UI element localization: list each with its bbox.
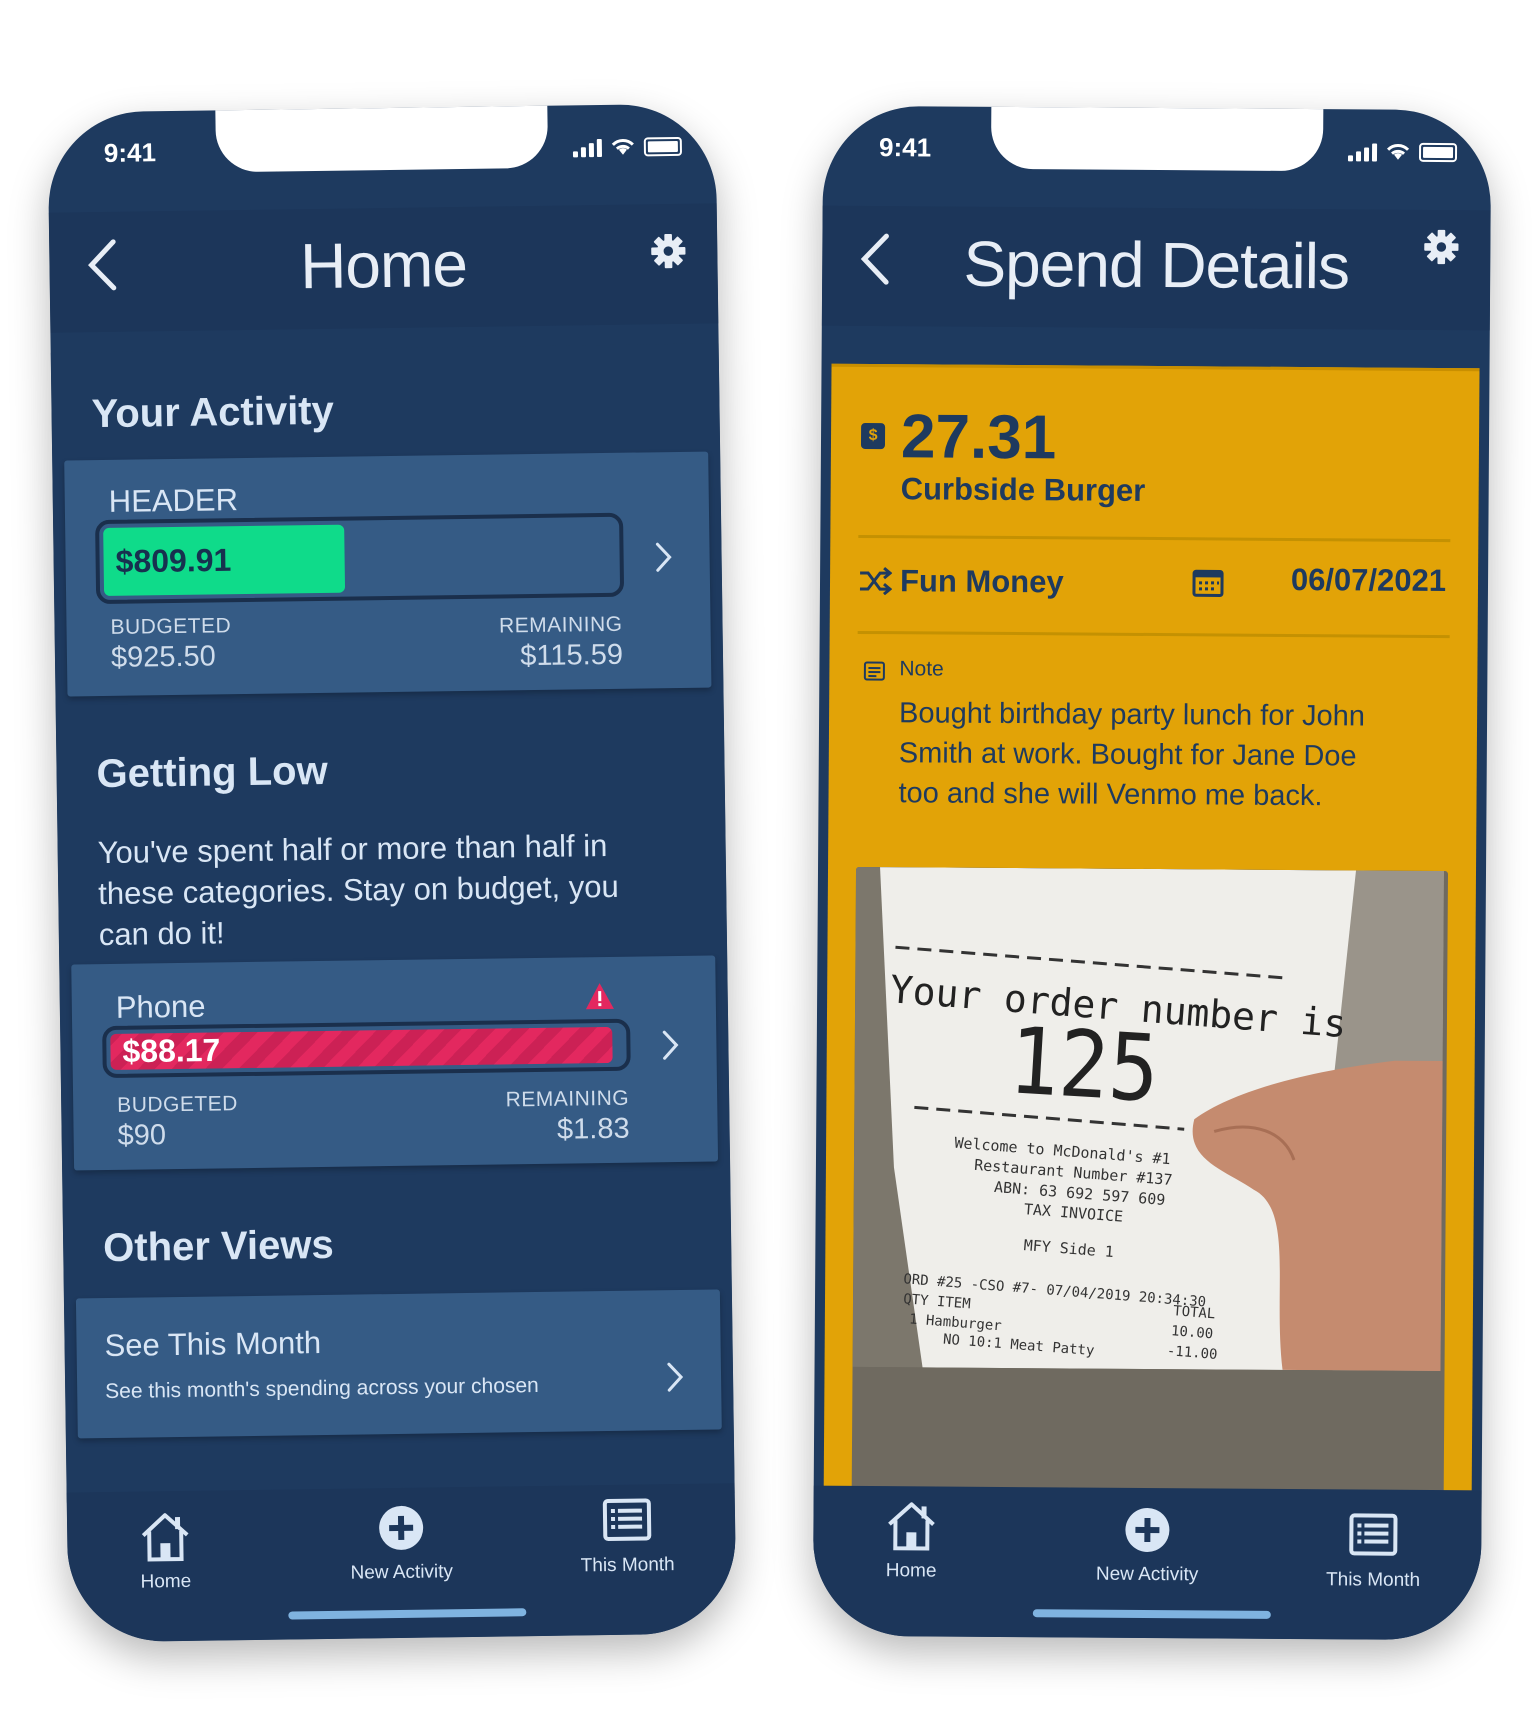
list-icon [602, 1498, 652, 1542]
receipt-photo[interactable]: Your order number is 125 Welcome to McDo… [851, 866, 1449, 1511]
home-content: Your Activity HEADER $809.91 BUDGETED $9… [50, 343, 735, 1503]
remaining-label: REMAINING [505, 1086, 630, 1112]
section-title-getting-low: Getting Low [96, 748, 328, 797]
tab-new-activity[interactable]: New Activity [1057, 1501, 1238, 1586]
merchant-name: Curbside Burger [900, 471, 1146, 508]
card-label: Phone [115, 988, 206, 1025]
card-title: See This Month [104, 1325, 322, 1364]
note-label: Note [899, 657, 944, 681]
tab-new-activity-label: New Activity [1095, 1563, 1199, 1586]
signal-icon [572, 138, 603, 158]
section-title-activity: Your Activity [91, 388, 335, 437]
tab-home-label: Home [885, 1560, 937, 1582]
receipt-line: 10.00 [1170, 1323, 1213, 1342]
chevron-right-icon[interactable] [653, 540, 673, 574]
getting-low-description: You've spent half or more than half in t… [97, 827, 619, 953]
tab-home[interactable]: Home [75, 1508, 256, 1595]
spend-date: 06/07/2021 [1290, 561, 1447, 599]
section-title-other-views: Other Views [102, 1222, 334, 1271]
progress-bar: $88.17 [102, 1018, 631, 1079]
spent-amount: $809.91 [115, 541, 232, 580]
battery-icon [643, 136, 683, 157]
budgeted-label: BUDGETED [110, 614, 232, 639]
spent-amount: $88.17 [122, 1031, 221, 1070]
remaining-value: $1.83 [556, 1112, 630, 1146]
page-title: Home [299, 227, 468, 303]
remaining-value: $115.59 [520, 638, 624, 673]
gear-icon[interactable] [1422, 228, 1460, 266]
page-title: Spend Details [963, 227, 1350, 303]
tab-bar: Home New Activity This Month [812, 1485, 1482, 1641]
budgeted-label: BUDGETED [117, 1092, 239, 1117]
home-indicator [1032, 1609, 1271, 1619]
dollar-icon: $ [860, 422, 886, 450]
receipt-image: Your order number is 125 Welcome to McDo… [852, 866, 1445, 1372]
remaining-label: REMAINING [498, 612, 623, 638]
wifi-icon [1386, 144, 1410, 160]
home-icon [888, 1502, 935, 1551]
phone-category-card[interactable]: Phone $88.17 BUDGETED $90 REMAINING $1.8… [71, 955, 719, 1171]
spend-detail-card: $ 27.31 Curbside Burger Fun Money 06/07/… [823, 363, 1480, 1511]
status-time: 9:41 [878, 132, 932, 163]
home-icon [141, 1513, 189, 1562]
tab-home[interactable]: Home [821, 1498, 1002, 1583]
status-time: 9:41 [103, 137, 157, 168]
home-indicator [288, 1608, 527, 1620]
receipt-order-number: 125 [1006, 1007, 1162, 1123]
warning-icon [585, 983, 614, 1010]
nav-header: Spend Details [821, 205, 1491, 331]
tab-this-month-label: This Month [580, 1554, 675, 1577]
list-icon [1349, 1513, 1398, 1556]
note-icon [863, 661, 885, 681]
tab-new-activity-label: New Activity [350, 1561, 454, 1584]
home-screen-phone: 9:41 Home Your Activity HEADER $809.91 B… [47, 103, 737, 1643]
note-text: Bought birthday party lunch for John Smi… [898, 697, 1366, 813]
nav-header: Home [48, 203, 719, 333]
plus-circle-icon [1125, 1507, 1170, 1552]
signal-icon [1347, 143, 1378, 162]
tab-home-label: Home [140, 1570, 192, 1593]
receipt-line: TOTAL [1173, 1303, 1216, 1322]
status-icons [572, 136, 683, 158]
divider [857, 630, 1450, 639]
calendar-icon [1192, 569, 1224, 597]
divider [858, 534, 1451, 543]
card-subtitle: See this month's spending across your ch… [105, 1374, 539, 1404]
category-name: Fun Money [899, 563, 1064, 600]
spend-amount: 27.31 [900, 402, 1057, 473]
gear-icon[interactable] [649, 232, 688, 271]
tab-this-month[interactable]: This Month [537, 1492, 718, 1579]
budgeted-value: $90 [117, 1119, 167, 1152]
tab-new-activity[interactable]: New Activity [311, 1499, 492, 1586]
budgeted-value: $925.50 [110, 640, 217, 674]
chevron-right-icon[interactable] [660, 1028, 680, 1062]
tab-this-month[interactable]: This Month [1283, 1507, 1464, 1592]
shuffle-icon [859, 566, 893, 596]
card-label: HEADER [108, 482, 239, 519]
activity-card[interactable]: HEADER $809.91 BUDGETED $925.50 REMAININ… [64, 451, 712, 697]
progress-bar: $809.91 [95, 512, 625, 605]
wifi-icon [611, 139, 634, 155]
battery-icon [1418, 142, 1458, 163]
device-notch [215, 103, 549, 173]
tab-bar: Home New Activity This Month [66, 1483, 737, 1643]
see-this-month-card[interactable]: See This Month See this month's spending… [75, 1289, 722, 1439]
spend-details-phone: 9:41 Spend Details $ 27.31 Curbside Burg… [812, 105, 1492, 1641]
chevron-right-icon[interactable] [665, 1360, 685, 1394]
device-notch [990, 105, 1324, 172]
plus-circle-icon [379, 1505, 424, 1550]
tab-this-month-label: This Month [1325, 1569, 1421, 1591]
status-icons [1347, 141, 1458, 163]
